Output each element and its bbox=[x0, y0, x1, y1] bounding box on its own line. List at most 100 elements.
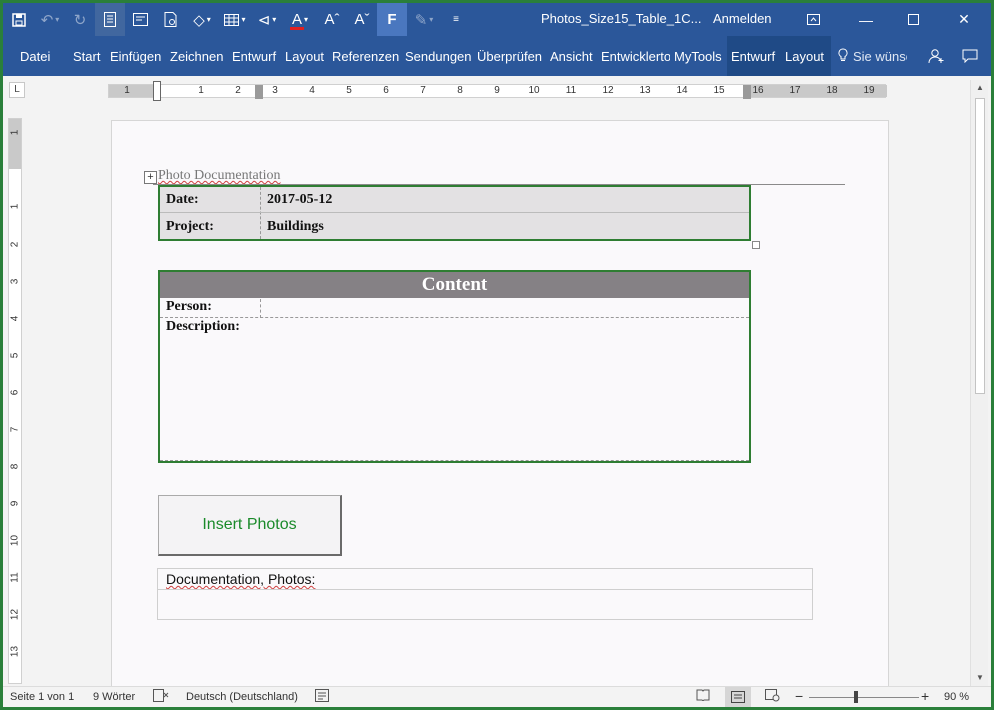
scrollbar-thumb[interactable] bbox=[975, 98, 985, 394]
tab-layout[interactable]: Layout bbox=[285, 36, 328, 76]
photos-table[interactable]: Documentation, Photos: bbox=[157, 568, 813, 620]
scroll-up-icon[interactable]: ▲ bbox=[971, 80, 989, 96]
description-label: Description: bbox=[166, 319, 240, 334]
web-layout-icon[interactable] bbox=[765, 689, 780, 705]
highlight-icon[interactable]: ✎ ▾ bbox=[407, 3, 441, 36]
zoom-out-icon[interactable]: − bbox=[795, 688, 803, 704]
grow-font-icon[interactable]: Aˆ bbox=[317, 3, 347, 36]
tab-ueberpruefen[interactable]: Überprüfen bbox=[477, 36, 545, 76]
zoom-slider[interactable] bbox=[809, 697, 919, 698]
undo-icon[interactable]: ↶ ▾ bbox=[35, 3, 65, 36]
horizontal-ruler[interactable]: 1 1 2 3 4 5 6 7 8 9 10 11 12 13 14 15 16… bbox=[108, 81, 887, 101]
table-row[interactable]: Project: Buildings bbox=[160, 214, 749, 240]
column-marker[interactable] bbox=[255, 85, 263, 99]
minimize-icon[interactable]: — bbox=[843, 3, 889, 36]
shapes-icon[interactable]: ◇ ▾ bbox=[185, 3, 219, 36]
tab-start[interactable]: Start bbox=[73, 36, 106, 76]
ruler-number: 9 bbox=[9, 500, 21, 507]
font-color-icon[interactable]: A ▾ bbox=[283, 3, 317, 36]
photos-label: Documentation, Photos: bbox=[166, 571, 316, 587]
comments-icon[interactable] bbox=[955, 36, 985, 76]
language-indicator[interactable]: Deutsch (Deutschland) bbox=[186, 691, 298, 703]
custom-f-icon[interactable]: F bbox=[377, 3, 407, 36]
ruler-number: 1 bbox=[198, 85, 204, 96]
scroll-down-icon[interactable]: ▼ bbox=[971, 670, 989, 686]
project-value[interactable]: Buildings bbox=[267, 219, 324, 235]
maximize-icon[interactable] bbox=[890, 3, 936, 36]
ruler-number: 12 bbox=[602, 85, 614, 96]
lightbulb-icon bbox=[838, 47, 848, 65]
table-row[interactable]: Date: 2017-05-12 bbox=[160, 187, 749, 213]
table-icon[interactable]: ▾ bbox=[219, 3, 251, 36]
quick-access-toolbar: ↶ ▾ ↻ ◇ ▾ ▾ ⊲ ▾ A ▾ Aˆ Aˇ F ✎ ▾ ≡ bbox=[3, 3, 471, 36]
page-count[interactable]: Seite 1 von 1 bbox=[10, 691, 74, 703]
tell-me-search[interactable]: Sie wünschen bbox=[838, 36, 907, 76]
save-icon[interactable] bbox=[3, 3, 35, 36]
tab-sendungen[interactable]: Sendungen bbox=[405, 36, 475, 76]
ruler-number: 18 bbox=[826, 85, 838, 96]
tab-datei[interactable]: Datei bbox=[20, 36, 50, 76]
word-window: ↶ ▾ ↻ ◇ ▾ ▾ ⊲ ▾ A ▾ Aˆ Aˇ F ✎ ▾ ≡ Photos… bbox=[3, 3, 991, 707]
tell-me-text: Sie wünschen bbox=[853, 48, 907, 64]
tab-einfuegen[interactable]: Einfügen bbox=[110, 36, 166, 76]
ruler-number: 1 bbox=[9, 203, 21, 210]
page-header-text[interactable]: Photo Documentation bbox=[158, 168, 281, 184]
word-count[interactable]: 9 Wörter bbox=[93, 691, 135, 703]
ruler-number: 5 bbox=[346, 85, 352, 96]
tab-entwurf[interactable]: Entwurf bbox=[232, 36, 280, 76]
sign-in-link[interactable]: Anmelden bbox=[713, 11, 772, 26]
ruler-number: 3 bbox=[272, 85, 278, 96]
tab-ansicht[interactable]: Ansicht bbox=[550, 36, 598, 76]
table-move-handle-icon[interactable]: + bbox=[144, 171, 157, 184]
ruler-number: 13 bbox=[9, 645, 21, 658]
content-table-title: Content bbox=[160, 272, 749, 298]
tab-table-entwurf[interactable]: Entwurf bbox=[727, 36, 781, 76]
ruler-number: 13 bbox=[639, 85, 651, 96]
ruler-number: 7 bbox=[9, 426, 21, 433]
vertical-ruler[interactable]: 1 1 2 3 4 5 6 7 8 9 10 11 12 13 bbox=[8, 118, 22, 684]
print-preview-icon[interactable] bbox=[155, 3, 185, 36]
ruler-number: 19 bbox=[863, 85, 875, 96]
ruler-number: 3 bbox=[9, 278, 21, 285]
read-mode-icon[interactable] bbox=[696, 689, 710, 704]
ribbon-options-icon[interactable] bbox=[790, 3, 836, 36]
ruler-number: 15 bbox=[713, 85, 725, 96]
shrink-font-icon[interactable]: Aˇ bbox=[347, 3, 377, 36]
ruler-number: 10 bbox=[9, 534, 21, 547]
share-user-icon[interactable] bbox=[921, 36, 951, 76]
draw-icon[interactable]: ⊲ ▾ bbox=[251, 3, 283, 36]
ruler-number: 17 bbox=[789, 85, 801, 96]
content-table[interactable]: Content Person: Description: bbox=[158, 270, 751, 463]
date-value[interactable]: 2017-05-12 bbox=[267, 192, 332, 208]
info-table[interactable]: Date: 2017-05-12 Project: Buildings bbox=[158, 185, 751, 241]
close-icon[interactable]: ✕ bbox=[941, 3, 987, 36]
left-indent-marker[interactable] bbox=[153, 81, 161, 101]
proofing-icon[interactable] bbox=[153, 689, 169, 705]
tab-table-layout[interactable]: Layout bbox=[781, 36, 831, 76]
preview-icon[interactable] bbox=[125, 3, 155, 36]
vertical-scrollbar[interactable]: ▲ ▼ bbox=[970, 80, 988, 686]
zoom-in-icon[interactable]: + bbox=[921, 688, 929, 704]
ruler-number: 10 bbox=[528, 85, 540, 96]
insert-photos-button[interactable]: Insert Photos bbox=[158, 495, 342, 556]
tab-mytools[interactable]: MyTools bbox=[674, 36, 726, 76]
zoom-slider-thumb[interactable] bbox=[854, 691, 858, 703]
custom-f-label: F bbox=[387, 11, 397, 28]
tab-entwicklertools[interactable]: Entwicklertools bbox=[601, 36, 670, 76]
shrink-font-glyph: Aˇ bbox=[354, 11, 370, 28]
tab-zeichnen[interactable]: Zeichnen bbox=[170, 36, 227, 76]
zoom-level[interactable]: 90 % bbox=[944, 691, 969, 703]
table-resize-handle[interactable] bbox=[752, 241, 760, 249]
print-layout-icon[interactable] bbox=[725, 687, 751, 707]
tab-selector[interactable]: L bbox=[9, 82, 25, 98]
tab-referenzen[interactable]: Referenzen bbox=[332, 36, 402, 76]
customize-qat-icon[interactable]: ≡ bbox=[441, 3, 471, 36]
ruler-number: 5 bbox=[9, 352, 21, 359]
redo-icon[interactable]: ↻ bbox=[65, 3, 95, 36]
ruler-number: 1 bbox=[124, 85, 130, 96]
status-bar: Seite 1 von 1 9 Wörter Deutsch (Deutschl… bbox=[3, 686, 991, 707]
right-margin-marker[interactable] bbox=[743, 85, 751, 99]
ruler-number: 4 bbox=[309, 85, 315, 96]
draft-view-icon[interactable] bbox=[95, 3, 125, 36]
macro-record-icon[interactable] bbox=[315, 689, 329, 705]
